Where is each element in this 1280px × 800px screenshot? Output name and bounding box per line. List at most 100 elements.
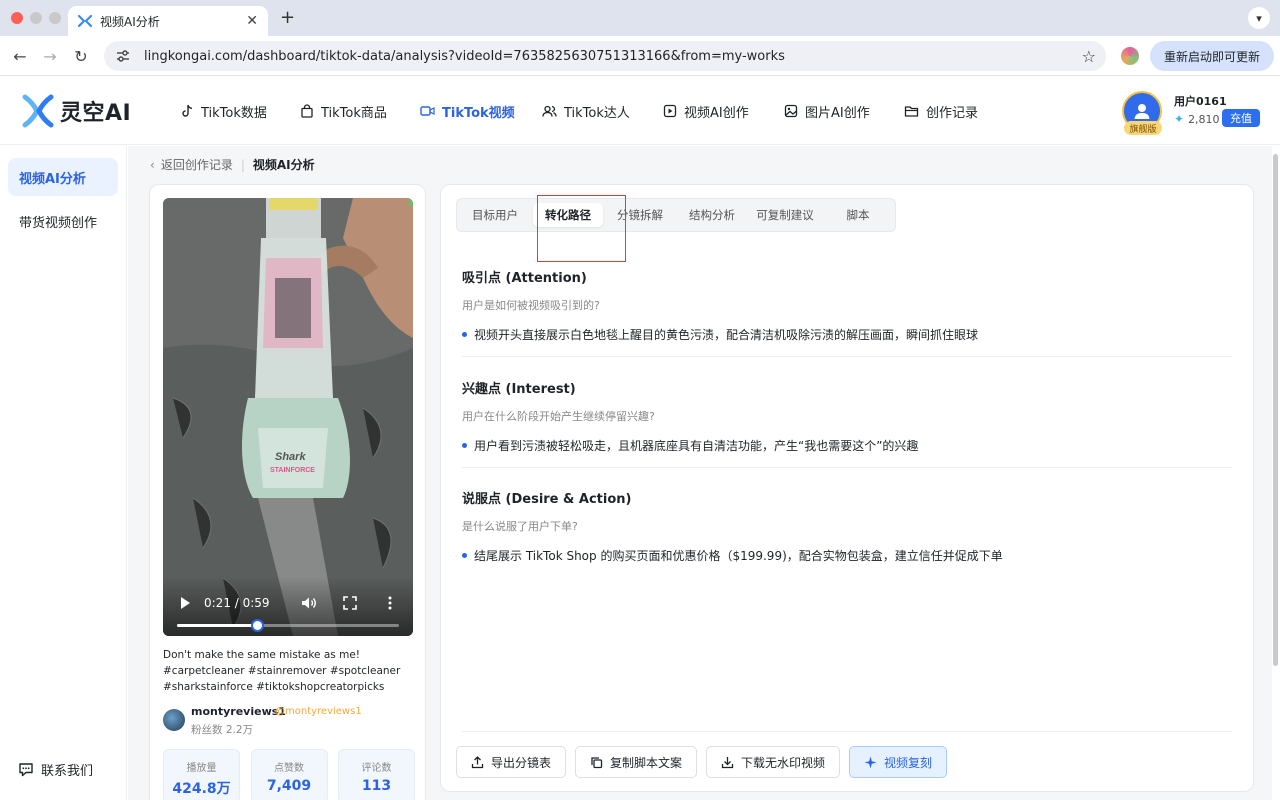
copy-icon [591, 756, 603, 768]
volume-icon[interactable] [301, 596, 317, 610]
nav-tiktok-data[interactable]: TikTok数据 [180, 102, 300, 121]
sparkle-icon [864, 756, 877, 768]
tab-search-chevron-down-icon[interactable]: ▾ [1248, 7, 1270, 29]
action-buttons: 导出分镜表 复制脚本文案 下载无水印视频 视频复刻 [456, 746, 956, 778]
section-attention: 吸引点 (Attention) 用户是如何被视频吸引到的? 视频开头直接展示白色… [462, 267, 1234, 343]
creator-name: montyreviews1 [191, 705, 286, 718]
browser-tab-title: 视频AI分析 [100, 14, 160, 29]
sidebar-item-video-ai-analysis[interactable]: 视频AI分析 [8, 158, 118, 196]
video-description: Don't make the same mistake as me! #carp… [163, 649, 401, 693]
maximize-window-button[interactable] [49, 12, 61, 24]
video-controls: 0:21 / 0:59 [163, 576, 413, 636]
user-icon [1134, 104, 1150, 119]
profile-avatar-icon[interactable] [1121, 47, 1139, 65]
minimize-window-button[interactable] [30, 12, 42, 24]
divider [462, 731, 1232, 732]
user-name: 用户0161 [1174, 95, 1227, 108]
contact-us-link[interactable]: 联系我们 [18, 760, 93, 779]
nav-image-ai-create[interactable]: 图片AI创作 [784, 102, 904, 121]
address-bar[interactable]: lingkongai.com/dashboard/tiktok-data/ana… [104, 41, 1106, 71]
stat-plays: 播放量 424.8万 [163, 749, 240, 800]
url-text[interactable]: lingkongai.com/dashboard/tiktok-data/ana… [144, 49, 1082, 64]
more-options-icon[interactable] [388, 596, 392, 610]
browser-tab-bar: 视频AI分析 ✕ + ▾ [0, 0, 1280, 36]
active-tab-highlight [537, 195, 626, 262]
section-title: 说服点 (Desire & Action) [462, 492, 632, 507]
browser-toolbar: ← → ↻ lingkongai.com/dashboard/tiktok-da… [0, 36, 1280, 76]
section-title: 兴趣点 (Interest) [462, 382, 576, 397]
analysis-tabs: 目标用户 转化路径 分镜拆解 结构分析 可复制建议 脚本 [456, 195, 896, 262]
video-stats: 播放量 424.8万 点赞数 7,409 评论数 113 [163, 749, 415, 800]
logo[interactable]: 灵空AI [22, 94, 131, 128]
video-progress-fill [177, 624, 257, 627]
download-icon [721, 756, 734, 768]
creator-fans: 粉丝数 2.2万 [191, 724, 254, 736]
section-title: 吸引点 (Attention) [462, 271, 587, 286]
video-info-card: Shark STAINFORCE 0:21 / 0:59 Don't make … [149, 184, 426, 800]
divider [462, 356, 1232, 357]
nav-tiktok-products[interactable]: TikTok商品 [300, 102, 420, 121]
fullscreen-icon[interactable] [343, 596, 357, 610]
bullet-dot [462, 553, 467, 558]
nav-creation-records[interactable]: 创作记录 [904, 102, 1014, 121]
video-replicate-button[interactable]: 视频复刻 [849, 746, 948, 778]
download-no-watermark-button[interactable]: 下载无水印视频 [706, 746, 841, 778]
tab-structure-analysis[interactable]: 结构分析 [677, 203, 747, 227]
app-header: 灵空AI TikTok数据 TikTok商品 TikTok视频 TikTok达人… [0, 77, 1280, 145]
brand-name: 灵空AI [60, 101, 132, 126]
nav-tiktok-videos[interactable]: TikTok视频 [420, 102, 542, 121]
back-to-records-link[interactable]: ‹ 返回创作记录 [150, 156, 233, 173]
video-player[interactable]: Shark STAINFORCE 0:21 / 0:59 [163, 198, 413, 636]
section-question: 用户是如何被视频吸引到的? [462, 299, 600, 312]
forward-arrow-icon[interactable]: → [38, 44, 62, 68]
section-bullet: 用户看到污渍被轻松吸走，且机器底座具有自清洁功能，产生“我也需要这个”的兴趣 [462, 437, 1234, 454]
close-window-button[interactable] [11, 12, 23, 24]
main-content: ‹ 返回创作记录 | 视频AI分析 Shark STAINFORCE 0:21 … [128, 146, 1272, 800]
creator-avatar[interactable] [163, 709, 185, 731]
breadcrumb-current: 视频AI分析 [252, 158, 315, 172]
video-frame: Shark STAINFORCE [163, 198, 413, 636]
section-question: 用户在什么阶段开始产生继续停留兴趣? [462, 410, 655, 423]
video-camera-icon [420, 106, 435, 116]
relaunch-update-button[interactable]: 重新启动即可更新 [1150, 41, 1274, 71]
new-tab-icon[interactable]: + [280, 7, 295, 28]
video-progress-bar[interactable] [177, 619, 399, 632]
breadcrumb-separator: | [240, 157, 245, 172]
membership-badge: 旗舰版 [1124, 121, 1162, 135]
creator-handle[interactable]: @montyreviews1 [275, 706, 362, 717]
export-storyboard-button[interactable]: 导出分镜表 [456, 746, 567, 778]
tab-target-users[interactable]: 目标用户 [461, 203, 529, 227]
nav-tiktok-creators[interactable]: TikTok达人 [542, 102, 663, 121]
tiktok-icon [182, 104, 193, 117]
section-interest: 兴趣点 (Interest) 用户在什么阶段开始产生继续停留兴趣? 用户看到污渍… [462, 378, 1234, 454]
nav-video-ai-create[interactable]: 视频AI创作 [663, 102, 784, 121]
play-icon[interactable] [179, 596, 191, 610]
breadcrumb: ‹ 返回创作记录 | 视频AI分析 [150, 156, 315, 173]
video-time: 0:21 / 0:59 [204, 596, 270, 610]
lingkong-favicon-icon [78, 14, 92, 28]
page-scrollbar[interactable] [1273, 154, 1278, 666]
tab-close-icon[interactable]: ✕ [246, 13, 258, 29]
export-icon [471, 755, 484, 768]
main-nav: TikTok数据 TikTok商品 TikTok视频 TikTok达人 视频AI… [180, 77, 1014, 145]
site-settings-icon[interactable] [114, 47, 132, 65]
video-progress-handle[interactable] [250, 619, 264, 632]
sparkle-icon: ✦ [1174, 112, 1185, 126]
back-arrow-icon[interactable]: ← [8, 44, 32, 68]
browser-tab-active[interactable]: 视频AI分析 ✕ [68, 6, 268, 36]
tab-script[interactable]: 脚本 [823, 203, 893, 227]
tab-replicable-suggestions[interactable]: 可复制建议 [749, 203, 821, 227]
recharge-button[interactable]: 充值 [1222, 109, 1260, 127]
sidebar-item-ecommerce-video-create[interactable]: 带货视频创作 [8, 202, 118, 240]
section-bullet: 视频开头直接展示白色地毯上醒目的黄色污渍，配合清洁机吸除污渍的解压画面，瞬间抓住… [462, 326, 1234, 343]
copy-script-button[interactable]: 复制脚本文案 [575, 746, 698, 778]
stat-comments: 评论数 113 [338, 749, 415, 800]
creator-info[interactable]: montyreviews1 @montyreviews1 粉丝数 2.2万 [163, 705, 415, 737]
user-menu[interactable]: 旗舰版 用户0161 ✦ 2,810 充值 [1122, 91, 1272, 135]
analysis-card: 目标用户 转化路径 分镜拆解 结构分析 可复制建议 脚本 吸引点 (Attent… [440, 184, 1254, 792]
product-line-text: STAINFORCE [270, 467, 315, 474]
bookmark-star-icon[interactable]: ☆ [1082, 47, 1096, 66]
bullet-dot [462, 332, 467, 337]
reload-icon[interactable]: ↻ [69, 44, 93, 68]
chat-bubble-icon [19, 763, 33, 777]
